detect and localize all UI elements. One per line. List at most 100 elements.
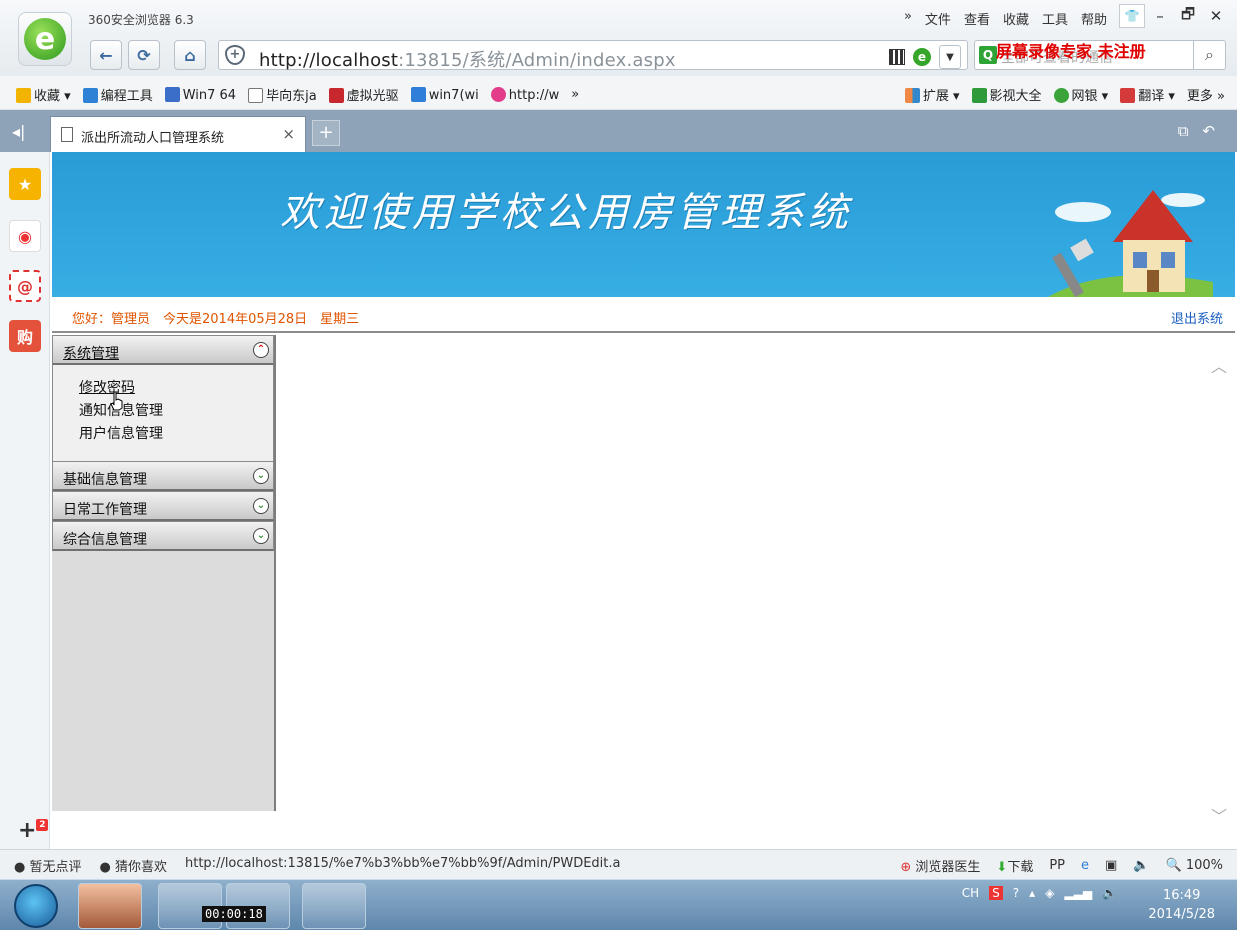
window-icon[interactable]: ▣ — [1105, 858, 1117, 873]
undo-close-icon[interactable]: ↶ — [1202, 122, 1215, 140]
menu-item-notice-management[interactable]: 通知信息管理 — [79, 400, 273, 423]
search-engine-icon[interactable]: Q — [979, 46, 997, 64]
menu-group-basic-info[interactable]: 基础信息管理 ⌄ — [52, 461, 274, 491]
content-frame[interactable]: ︿ ﹀ — [278, 335, 1235, 826]
shopping-icon[interactable]: 购 — [9, 320, 41, 352]
weibo-icon[interactable]: ◉ — [9, 220, 41, 252]
extensions-button[interactable]: 扩展 ▾ — [904, 85, 960, 104]
menu-file[interactable]: 文件 — [925, 9, 951, 28]
menu-view[interactable]: 查看 — [964, 9, 990, 28]
banner: 欢迎使用学校公用房管理系统 — [52, 152, 1235, 300]
favorites-bar: 收藏 ▾ 编程工具 Win7 64 毕向东ja 虚拟光驱 win7(wi htt… — [0, 76, 1237, 110]
rating-button[interactable]: ● 暂无点评 — [14, 856, 82, 875]
tab-label: 派出所流动人口管理系统 — [81, 131, 225, 146]
p2p-icon[interactable]: PP — [1049, 858, 1065, 873]
menu-favorites[interactable]: 收藏 — [1003, 9, 1029, 28]
search-icon[interactable]: ⌕ — [1193, 40, 1225, 70]
menu-item-change-password[interactable]: 修改密码 — [79, 377, 273, 400]
page-icon — [248, 88, 264, 103]
qr-code-icon[interactable] — [889, 49, 905, 65]
browser-doctor-button[interactable]: ⊕ 浏览器医生 — [900, 856, 980, 875]
browser-logo-icon[interactable]: e — [18, 12, 72, 66]
network-signal-icon[interactable]: ▂▃▅ — [1064, 886, 1092, 900]
security-tray-icon[interactable]: ◈ — [1045, 886, 1054, 900]
ie-icon[interactable]: e — [1081, 858, 1089, 873]
browser-sidebar: ★ ◉ @ 购 +2 — [0, 152, 50, 849]
expand-icon[interactable]: ⌄ — [253, 468, 269, 484]
taskbar-app-visual-studio[interactable] — [302, 883, 366, 929]
menu-group-comprehensive-info[interactable]: 综合信息管理 ⌄ — [52, 521, 274, 551]
minimize-button[interactable]: – — [1147, 4, 1173, 28]
collapse-icon[interactable]: ⌃ — [253, 342, 269, 358]
menu-group-daily-work[interactable]: 日常工作管理 ⌄ — [52, 491, 274, 521]
expand-icon[interactable]: ⌄ — [253, 498, 269, 514]
folder-icon — [82, 88, 98, 103]
tab-strip: ◂| 派出所流动人口管理系统 × + ⧉ ↶ — [0, 110, 1237, 152]
help-icon[interactable]: ? — [1013, 886, 1019, 900]
menu-help[interactable]: 帮助 — [1081, 9, 1107, 28]
status-link-text: http://localhost:13815/%e7%b3%bb%e7%bb%9… — [185, 856, 621, 871]
home-button[interactable]: ⌂ — [174, 40, 206, 70]
menu-tools[interactable]: 工具 — [1042, 9, 1068, 28]
back-button[interactable]: ← — [90, 40, 122, 70]
more-button[interactable]: 更多 » — [1187, 85, 1225, 104]
fav-win7wi[interactable]: win7(wi — [410, 86, 479, 103]
tab-list-icon[interactable]: ⧉ — [1178, 122, 1189, 140]
security-shield-icon[interactable]: + — [225, 45, 245, 65]
address-text[interactable]: http://localhost:13815/系统/Admin/index.as… — [259, 46, 676, 72]
address-dropdown-icon[interactable]: ▼ — [939, 45, 961, 69]
taskbar-app-avatar[interactable] — [78, 883, 142, 929]
ie-mode-icon[interactable]: e — [913, 48, 931, 66]
tab-tools: ⧉ ↶ — [1178, 122, 1215, 140]
tab-close-icon[interactable]: × — [282, 125, 295, 143]
recommend-button[interactable]: ● 猜你喜欢 — [100, 856, 168, 875]
paw-icon — [164, 86, 180, 102]
fav-virtual-drive[interactable]: 虚拟光驱 — [328, 85, 399, 104]
new-tab-button[interactable]: + — [312, 120, 340, 146]
start-button[interactable] — [14, 884, 58, 928]
close-button[interactable]: ✕ — [1203, 4, 1229, 28]
star-folder-icon — [16, 88, 31, 103]
tray-expand-icon[interactable]: ▴ — [1029, 886, 1035, 900]
sogou-ime-icon[interactable]: S — [989, 886, 1003, 900]
fav-http[interactable]: http://w — [490, 86, 559, 103]
speaker-icon[interactable]: 🔈 — [1102, 886, 1117, 900]
scroll-down-icon[interactable]: ﹀ — [1211, 803, 1227, 827]
video-button[interactable]: 影视大全 — [971, 85, 1042, 104]
web-page: 欢迎使用学校公用房管理系统 您好：管理员 今天是2014年05月28日 星期三 … — [50, 152, 1237, 849]
add-sidebar-icon[interactable]: +2 — [18, 818, 49, 843]
favorites-star-icon[interactable]: ★ — [9, 168, 41, 200]
restore-button[interactable]: 🗗 — [1175, 4, 1201, 28]
address-tools: e ▼ — [889, 45, 961, 69]
fav-win7-64[interactable]: Win7 64 — [164, 86, 236, 103]
bank-button[interactable]: 网银 ▾ — [1053, 85, 1108, 104]
fav-bixiangdong[interactable]: 毕向东ja — [248, 85, 317, 104]
skin-icon[interactable]: 👕 — [1119, 4, 1145, 28]
refresh-button[interactable]: ⟳ — [128, 40, 160, 70]
play-icon — [971, 88, 987, 103]
expand-icon[interactable]: ⌄ — [253, 528, 269, 544]
tab-active[interactable]: 派出所流动人口管理系统 × — [50, 116, 306, 152]
volume-icon[interactable]: 🔈 — [1133, 858, 1149, 873]
hand-cursor-icon — [110, 391, 123, 411]
menu-overflow[interactable]: » — [904, 9, 912, 28]
drive-icon — [328, 88, 344, 103]
input-language[interactable]: CH — [962, 886, 979, 900]
translate-button[interactable]: 翻译 ▾ — [1120, 85, 1175, 104]
system-tray: CH S ? ▴ ◈ ▂▃▅ 🔈 — [962, 886, 1117, 900]
address-bar[interactable]: + http://localhost:13815/系统/Admin/index.… — [218, 40, 968, 72]
extensions-icon — [904, 88, 920, 103]
fav-programming-tools[interactable]: 编程工具 — [82, 85, 153, 104]
download-button[interactable]: ⬇下载 — [996, 856, 1033, 875]
fav-more-arrow[interactable]: » — [571, 87, 579, 102]
fav-favorites[interactable]: 收藏 ▾ — [16, 85, 71, 104]
scroll-up-icon[interactable]: ︿ — [1211, 353, 1227, 377]
clock-time: 16:49 — [1162, 888, 1201, 903]
clock[interactable]: 16:49 2014/5/28 — [1148, 886, 1215, 924]
menu-group-system[interactable]: 系统管理 ⌃ — [52, 335, 274, 365]
logout-link[interactable]: 退出系统 — [1171, 308, 1223, 327]
email-icon[interactable]: @ — [9, 270, 41, 302]
zoom-control[interactable]: 🔍 100% — [1166, 858, 1224, 873]
sidebar-toggle-icon[interactable]: ◂| — [12, 122, 25, 141]
menu-item-user-management[interactable]: 用户信息管理 — [79, 423, 273, 446]
